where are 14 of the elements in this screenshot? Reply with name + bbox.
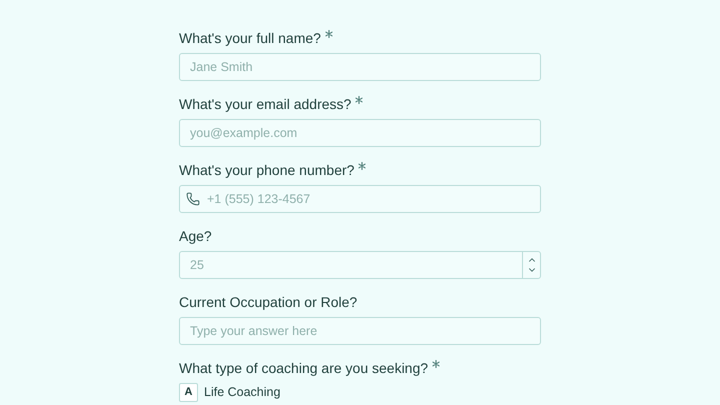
text-field[interactable]: Type your answer here xyxy=(179,317,541,345)
phone-icon xyxy=(186,192,200,206)
question-label: What type of coaching are you seeking? xyxy=(179,359,428,378)
phone-field[interactable]: +1 (555) 123-4567 xyxy=(179,185,541,213)
number-field[interactable]: 25 xyxy=(179,251,541,279)
question-label: What's your full name? xyxy=(179,29,321,48)
question-label: What's your email address? xyxy=(179,95,352,114)
question-label: What's your phone number? xyxy=(179,161,354,180)
question-label: Age? xyxy=(179,227,212,246)
text-field[interactable]: Jane Smith xyxy=(179,53,541,81)
option-key[interactable]: A xyxy=(179,383,198,402)
text-field[interactable]: you@example.com xyxy=(179,119,541,147)
option-label[interactable]: Life Coaching xyxy=(204,383,280,402)
question-label: Current Occupation or Role? xyxy=(179,293,358,312)
